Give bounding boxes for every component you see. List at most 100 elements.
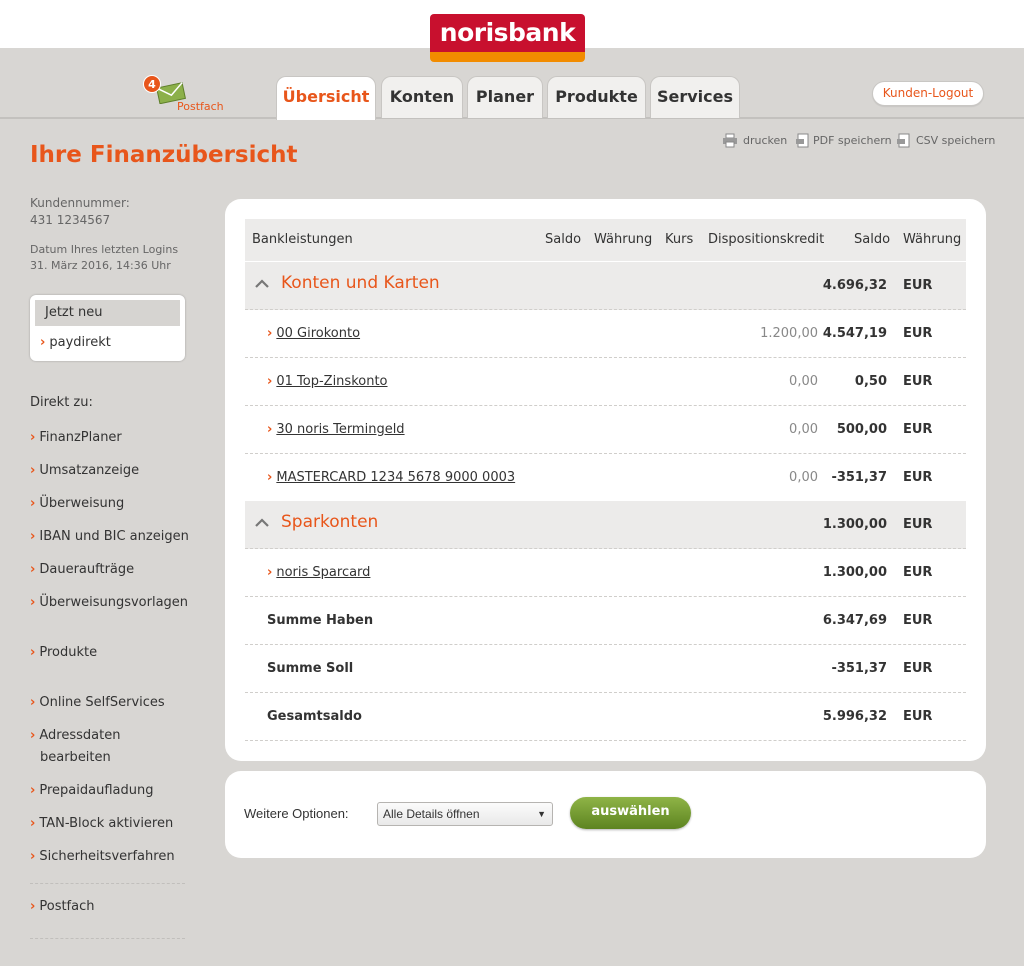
sidebar-item-umsatzanzeige[interactable]: › Umsatzanzeige [30, 460, 139, 482]
tab-uebersicht[interactable]: Übersicht [276, 76, 376, 120]
chevron-right-icon: › [30, 645, 36, 660]
col-saldo: Saldo [545, 232, 582, 247]
sidebar-item-label: Daueraufträge [39, 562, 135, 577]
sidebar-item-label: Sicherheitsverfahren [39, 849, 175, 864]
page-title: Ihre Finanzübersicht [30, 142, 298, 168]
dropdown-arrow-icon: ▼ [537, 809, 546, 819]
chevron-right-icon: › [30, 783, 36, 798]
chevron-right-icon: › [30, 816, 36, 831]
total-row-summe-soll: Summe Soll -351,37 EUR [245, 645, 966, 693]
finanzuebersicht-table: Bankleistungen Saldo Währung Kurs Dispos… [225, 199, 986, 761]
account-name: 01 Top-Zinskonto [276, 374, 388, 389]
sidebar-item-label: Umsatzanzeige [39, 463, 140, 478]
options-select[interactable]: Alle Details öffnen ▼ [377, 802, 553, 826]
chevron-right-icon: › [30, 899, 36, 914]
norisbank-logo[interactable]: norisbank [430, 14, 585, 62]
total-label: Summe Soll [267, 661, 354, 676]
tab-services[interactable]: Services [650, 76, 740, 118]
chevron-right-icon: › [267, 326, 273, 341]
sidebar-item-postfach[interactable]: › Postfach [30, 896, 95, 918]
paydirekt-label: paydirekt [49, 335, 111, 350]
account-name: noris Sparcard [276, 565, 371, 580]
auswaehlen-button[interactable]: auswählen [570, 797, 691, 829]
sidebar-item-finanzplaner[interactable]: › FinanzPlaner [30, 427, 122, 449]
total-label: Gesamtsaldo [267, 709, 362, 724]
sidebar-item-sicherheitsverfahren[interactable]: › Sicherheitsverfahren [30, 846, 175, 868]
account-saldo: 4.547,19 [822, 326, 887, 341]
chevron-right-icon: › [30, 728, 36, 743]
chevron-right-icon: › [267, 470, 273, 485]
csv-icon [897, 133, 910, 148]
account-dispo: 0,00 [789, 470, 818, 485]
chevron-up-icon [255, 518, 269, 527]
account-link-top-zinskonto[interactable]: › 01 Top-Zinskonto [267, 374, 388, 389]
postfach-button[interactable]: 4 Postfach [140, 74, 240, 116]
sidebar-item-tan-block[interactable]: › TAN-Block aktivieren [30, 813, 173, 835]
chevron-up-icon [255, 279, 269, 288]
account-currency: EUR [903, 374, 933, 389]
total-label: Summe Haben [267, 613, 374, 628]
postfach-label: Postfach [177, 100, 224, 113]
group-saldo: 4.696,32 [822, 278, 887, 293]
sidebar-item-label: Adressdaten [39, 728, 121, 743]
sidebar-item-label: Überweisung [39, 496, 125, 511]
group-row-konten-karten[interactable]: Konten und Karten 4.696,32 EUR [245, 262, 966, 310]
account-dispo: 0,00 [789, 422, 818, 437]
account-saldo: 1.300,00 [822, 565, 887, 580]
total-currency: EUR [903, 613, 933, 628]
account-link-sparcard[interactable]: › noris Sparcard [267, 565, 370, 580]
account-link-termingeld[interactable]: › 30 noris Termingeld [267, 422, 405, 437]
tab-planer[interactable]: Planer [467, 76, 543, 118]
logout-button[interactable]: Kunden-Logout [872, 81, 984, 106]
chevron-right-icon: › [30, 595, 36, 610]
col-bankleistungen: Bankleistungen [252, 232, 353, 247]
col-waehrung: Währung [594, 232, 653, 247]
account-currency: EUR [903, 422, 933, 437]
chevron-right-icon: › [267, 374, 273, 389]
total-row-summe-haben: Summe Haben 6.347,69 EUR [245, 597, 966, 645]
group-currency: EUR [903, 278, 933, 293]
group-currency: EUR [903, 517, 933, 532]
group-saldo: 1.300,00 [822, 517, 887, 532]
sidebar-item-ueberweisung[interactable]: › Überweisung [30, 493, 124, 515]
col-waehrung-2: Währung [903, 232, 962, 247]
sidebar-item-produkte[interactable]: › Produkte [30, 642, 97, 664]
sidebar-item-adressdaten[interactable]: › Adressdaten bearbeiten [30, 725, 120, 769]
paydirekt-link[interactable]: › paydirekt [40, 335, 111, 350]
sidebar-item-iban-bic[interactable]: › IBAN und BIC anzeigen [30, 526, 189, 548]
account-currency: EUR [903, 470, 933, 485]
postfach-count-badge: 4 [143, 75, 161, 93]
col-kurs: Kurs [665, 232, 694, 247]
kundennummer-value: 431 1234567 [30, 213, 111, 227]
printer-icon [723, 133, 737, 148]
table-header: Bankleistungen Saldo Währung Kurs Dispos… [245, 219, 966, 261]
sidebar-divider [30, 938, 185, 939]
account-dispo: 0,00 [789, 374, 818, 389]
options-selected-value: Alle Details öffnen [383, 807, 480, 821]
csv-label: CSV speichern [916, 134, 996, 147]
account-saldo: 500,00 [836, 422, 887, 437]
group-row-sparkonten[interactable]: Sparkonten 1.300,00 EUR [245, 501, 966, 549]
kundennummer-label: Kundennummer: [30, 196, 130, 210]
table-row: › noris Sparcard 1.300,00 EUR [245, 549, 966, 597]
pdf-label: PDF speichern [813, 134, 892, 147]
account-link-girokonto[interactable]: › 00 Girokonto [267, 326, 360, 341]
account-dispo: 1.200,00 [760, 326, 818, 341]
logo-underline [430, 52, 585, 62]
tab-produkte[interactable]: Produkte [547, 76, 646, 118]
total-saldo: 6.347,69 [822, 613, 887, 628]
sidebar-item-online-selfservices[interactable]: › Online SelfServices [30, 692, 165, 714]
sidebar-item-dauerauftraege[interactable]: › Daueraufträge [30, 559, 134, 581]
sidebar-item-ueberweisungsvorlagen[interactable]: › Überweisungsvorlagen [30, 592, 188, 614]
account-name: 00 Girokonto [276, 326, 361, 341]
tab-konten[interactable]: Konten [381, 76, 463, 118]
chevron-right-icon: › [267, 565, 273, 580]
account-link-mastercard[interactable]: › MASTERCARD 1234 5678 9000 0003 [267, 470, 515, 485]
total-saldo: -351,37 [831, 661, 887, 676]
account-saldo: 0,50 [854, 374, 887, 389]
chevron-right-icon: › [30, 849, 36, 864]
sidebar-item-prepaidaufladung[interactable]: › Prepaidaufladung [30, 780, 153, 802]
sidebar-item-label-line2: bearbeiten [40, 750, 111, 765]
total-saldo: 5.996,32 [822, 709, 887, 724]
total-currency: EUR [903, 709, 933, 724]
